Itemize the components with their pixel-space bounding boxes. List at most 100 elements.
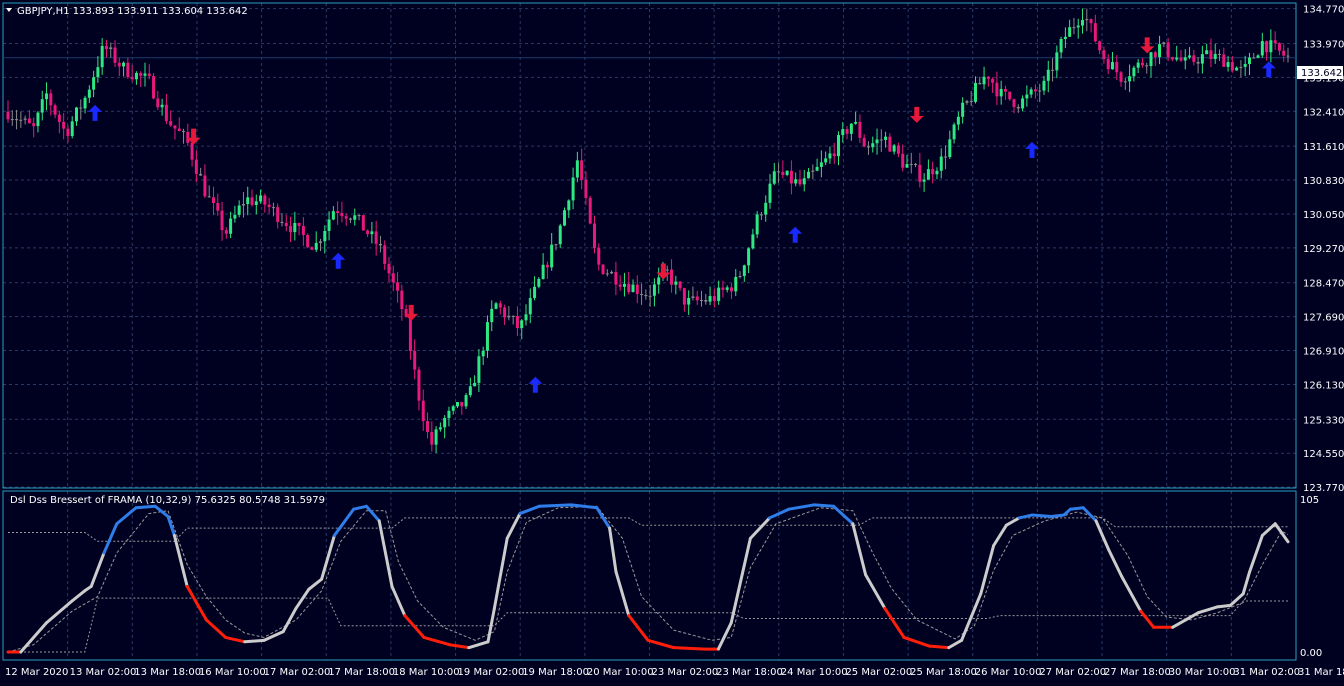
candle-body	[879, 139, 883, 141]
candle-body	[408, 316, 412, 351]
current-price-badge: 133.642	[1297, 66, 1343, 79]
candle-body	[678, 281, 682, 289]
candle-body	[884, 136, 888, 140]
candle-body	[717, 287, 721, 301]
candle-body	[1153, 52, 1157, 58]
candle-body	[824, 158, 828, 163]
candle-body	[738, 275, 742, 277]
candle-body	[528, 298, 532, 315]
candle-body	[396, 282, 400, 291]
candle-body	[772, 171, 776, 184]
candle-body	[1102, 50, 1106, 59]
candle-body	[563, 210, 567, 226]
candle-body	[169, 121, 173, 126]
candle-body	[777, 171, 781, 173]
candle-body	[490, 308, 494, 323]
candle-body	[53, 105, 57, 115]
price-tick-label: 126.130	[1303, 380, 1344, 391]
time-tick-label: 17 Mar 18:00	[328, 667, 395, 678]
candle-body	[575, 160, 579, 178]
candle-body	[96, 67, 100, 78]
candle-body	[798, 179, 802, 185]
candle-body	[815, 166, 819, 171]
candle-body	[819, 162, 823, 167]
candle-body	[995, 82, 999, 97]
time-tick-label: 24 Mar 10:00	[781, 667, 848, 678]
candle-body	[580, 160, 584, 180]
candle-body	[224, 230, 228, 234]
candle-body	[1269, 40, 1273, 53]
candle-body	[922, 179, 926, 182]
candle-body	[768, 183, 772, 203]
indicator-segment	[1049, 513, 1066, 518]
candle-body	[229, 218, 233, 234]
price-tick-label: 127.690	[1303, 313, 1344, 324]
candle-body	[1012, 99, 1016, 107]
chart-canvas[interactable]: 134.770133.970133.190132.410131.610130.8…	[0, 0, 1344, 682]
price-tick-label: 125.330	[1303, 415, 1344, 426]
candle-body	[1123, 81, 1127, 83]
candle-body	[1089, 19, 1093, 24]
candle-body	[712, 296, 716, 301]
candle-body	[888, 136, 892, 152]
time-tick-label: 19 Mar 18:00	[522, 667, 589, 678]
candle-body	[100, 45, 104, 68]
symbol-header-text: GBPJPY,H1 133.893 133.911 133.604 133.64…	[17, 6, 248, 17]
indicator-segment	[1216, 603, 1232, 609]
candle-body	[66, 128, 70, 136]
candle-body	[485, 322, 489, 351]
candle-body	[657, 277, 661, 285]
candle-body	[319, 241, 323, 243]
candle-body	[254, 201, 258, 205]
candle-body	[571, 177, 575, 201]
candle-body	[550, 244, 554, 268]
candle-body	[905, 164, 909, 168]
candle-body	[537, 278, 541, 287]
candle-body	[1072, 27, 1076, 29]
candle-body	[306, 235, 310, 248]
candle-body	[1055, 52, 1059, 71]
indicator-title: Dsl Dss Bressert of FRAMA (10,32,9) 75.6…	[10, 495, 325, 506]
candle-body	[725, 287, 729, 290]
candle-body	[1021, 98, 1025, 109]
candle-body	[648, 295, 652, 297]
time-tick-label: 17 Mar 02:00	[264, 667, 331, 678]
price-tick-label: 133.970	[1303, 39, 1344, 50]
time-tick-label: 27 Mar 18:00	[1104, 667, 1171, 678]
indicator-segment	[134, 504, 157, 510]
candle-body	[729, 287, 733, 292]
candle-body	[1003, 88, 1007, 92]
candle-body	[1218, 53, 1222, 55]
candle-body	[1140, 62, 1144, 66]
candle-body	[503, 307, 507, 318]
candle-body	[323, 230, 327, 242]
candle-body	[892, 145, 896, 152]
candle-body	[233, 214, 237, 219]
symbol-header[interactable]: GBPJPY,H1 133.893 133.911 133.604 133.64…	[6, 6, 248, 17]
candle-body	[413, 350, 417, 370]
candle-body	[207, 196, 211, 198]
price-tick-label: 124.550	[1303, 449, 1344, 460]
candle-body	[627, 283, 631, 293]
candle-body	[931, 169, 935, 175]
trading-chart[interactable]: 134.770133.970133.190132.410131.610130.8…	[0, 0, 1344, 682]
candle-body	[186, 131, 190, 143]
candle-body	[1239, 66, 1243, 68]
candle-body	[755, 214, 759, 235]
candle-body	[1282, 50, 1286, 56]
candle-body	[640, 293, 644, 295]
candle-body	[87, 89, 91, 98]
candle-body	[1051, 69, 1055, 71]
candle-body	[1265, 41, 1269, 53]
time-tick-label: 18 Mar 10:00	[393, 667, 460, 678]
candle-body	[79, 107, 83, 109]
candle-body	[541, 264, 545, 279]
candle-body	[511, 315, 515, 317]
candle-body	[366, 230, 370, 235]
indicator-tick-label: 0.00	[1300, 648, 1322, 659]
candle-body	[216, 203, 220, 211]
candle-body	[147, 73, 151, 77]
candle-body	[117, 62, 121, 67]
candle-body	[567, 200, 571, 211]
candle-body	[1247, 57, 1251, 65]
